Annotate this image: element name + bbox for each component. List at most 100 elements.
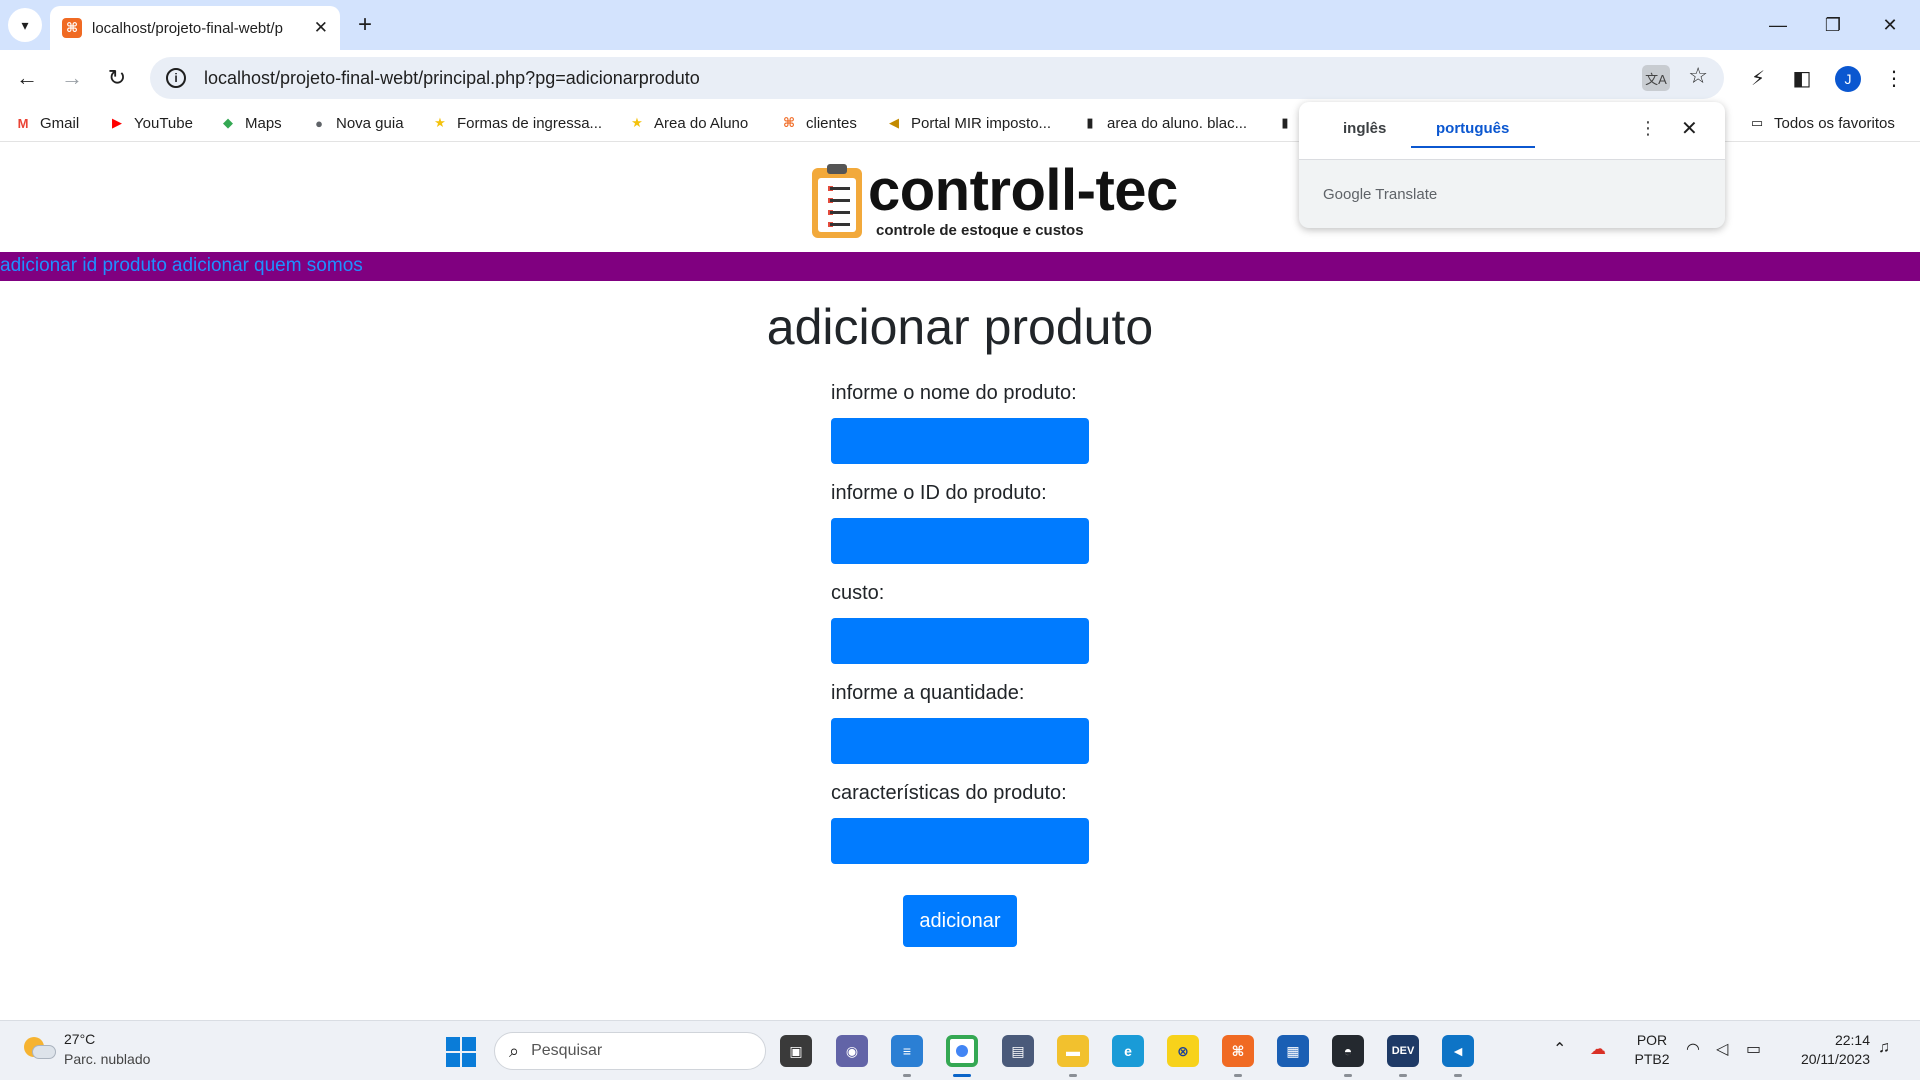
bookmark-clientes[interactable]: ⌘ clientes: [780, 114, 857, 132]
translate-options-kebab-icon[interactable]: ⋮: [1639, 118, 1657, 139]
star-bookmark-icon: ★: [434, 115, 446, 130]
file-explorer-icon[interactable]: ▬: [1057, 1035, 1089, 1067]
weather-temperature[interactable]: 27°C: [64, 1031, 95, 1047]
bookmark-label: area do aluno. blac...: [1107, 114, 1248, 132]
tab-search-chevron-icon[interactable]: ▾: [8, 8, 42, 42]
notepad-icon[interactable]: ≡: [891, 1035, 923, 1067]
windows-start-icon[interactable]: [446, 1037, 476, 1067]
quantity-label: informe a quantidade:: [831, 682, 1025, 704]
tab-close-icon[interactable]: ✕: [314, 18, 328, 38]
clock-date: 20/11/2023: [1800, 1051, 1870, 1067]
site-logo: controll-tec controle de estoque e custo…: [812, 162, 1178, 242]
product-features-label: características do produto:: [831, 782, 1067, 804]
forward-arrow-icon[interactable]: →: [54, 60, 90, 96]
new-tab-plus-icon[interactable]: +: [348, 8, 382, 42]
product-id-input[interactable]: [831, 518, 1089, 564]
github-desktop-icon[interactable]: ◓: [1332, 1035, 1364, 1067]
product-features-input[interactable]: [831, 818, 1089, 864]
bookmark-area-do-aluno[interactable]: ★ Area do Aluno: [628, 114, 748, 132]
address-url[interactable]: localhost/projeto-final-webt/principal.p…: [204, 68, 700, 89]
bookmark-youtube[interactable]: ▶ YouTube: [108, 114, 193, 132]
translate-target-language-tab[interactable]: português: [1436, 120, 1509, 137]
nav-link-adicionar-id-produto[interactable]: adicionar id produto: [0, 255, 167, 276]
translate-source-language-tab[interactable]: inglês: [1343, 120, 1386, 137]
onedrive-error-icon[interactable]: ☁: [1590, 1039, 1606, 1059]
translate-icon[interactable]: 文A: [1642, 65, 1670, 91]
bookmark-star-icon[interactable]: ☆: [1688, 63, 1708, 89]
running-indicator: [1399, 1074, 1407, 1077]
globe-icon: ●: [315, 115, 323, 131]
xampp-icon: ⌘: [782, 115, 796, 130]
nav-link-adicionar[interactable]: adicionar: [172, 255, 249, 276]
menu-kebab-icon[interactable]: ⋮: [1879, 63, 1909, 93]
page-title: adicionar produto: [766, 299, 1154, 355]
logo-title: controll-tec: [868, 158, 1178, 223]
address-bar[interactable]: i localhost/projeto-final-webt/principal…: [150, 57, 1724, 99]
taskbar-search-box[interactable]: ⌕ Pesquisar: [494, 1032, 766, 1070]
vscode-icon[interactable]: ◄: [1442, 1035, 1474, 1067]
cost-input[interactable]: [831, 618, 1089, 664]
xampp-favicon-icon: ⌘: [62, 18, 82, 38]
clock-time: 22:14: [1834, 1032, 1870, 1048]
weather-description[interactable]: Parc. nublado: [64, 1051, 150, 1067]
teams-chat-icon[interactable]: ◉: [836, 1035, 868, 1067]
system-clock[interactable]: 22:14 20/11/2023: [1780, 1031, 1870, 1069]
browser-toolbar: ← → ↻ i localhost/projeto-final-webt/pri…: [0, 50, 1920, 108]
performance-icon[interactable]: ⚡: [1743, 63, 1773, 93]
cost-label: custo:: [831, 582, 885, 604]
app-window-icon[interactable]: ▤: [1002, 1035, 1034, 1067]
battery-icon[interactable]: ▭: [1746, 1039, 1761, 1059]
nav-link-quem-somos[interactable]: quem somos: [254, 255, 363, 276]
translate-popup: inglês português ⋮ ✕ Google Translate: [1299, 102, 1725, 228]
site-info-icon[interactable]: i: [166, 68, 186, 88]
dev-cpp-icon[interactable]: DEV: [1387, 1035, 1419, 1067]
bookmark-portal-mir[interactable]: ◀ Portal MIR imposto...: [885, 114, 1051, 132]
product-id-label: informe o ID do produto:: [831, 482, 1047, 504]
bookmark-gmail[interactable]: M Gmail: [14, 114, 80, 132]
wifi-icon[interactable]: ◠: [1686, 1039, 1700, 1059]
chart-bookmark-icon: ▮: [1281, 115, 1289, 130]
xampp-icon[interactable]: ⌘: [1222, 1035, 1254, 1067]
bookmark-label: Maps: [245, 114, 282, 132]
microsoft-store-icon[interactable]: ▦: [1277, 1035, 1309, 1067]
minimize-icon[interactable]: —: [1758, 10, 1798, 40]
browser-tab-strip: ▾ ⌘ localhost/projeto-final-webt/p ✕ + —…: [0, 0, 1920, 50]
back-arrow-icon[interactable]: ←: [9, 60, 45, 96]
bookmark-nova-guia[interactable]: ● Nova guia: [310, 114, 404, 132]
input-language-indicator[interactable]: POR PTB2: [1632, 1031, 1672, 1069]
running-indicator-active: [953, 1074, 971, 1077]
add-product-submit-button[interactable]: adicionar: [903, 895, 1017, 947]
running-indicator: [903, 1074, 911, 1077]
task-view-icon[interactable]: ▣: [780, 1035, 812, 1067]
bookmark-area-do-aluno-blac[interactable]: ▮ area do aluno. blac...: [1081, 114, 1247, 132]
maps-icon: ◆: [223, 115, 233, 130]
quantity-input[interactable]: [831, 718, 1089, 764]
gmail-icon: M: [17, 115, 29, 131]
product-name-label: informe o nome do produto:: [831, 382, 1077, 404]
bookmark-todos-os-favoritos[interactable]: ▭ Todos os favoritos: [1748, 114, 1895, 132]
restore-icon[interactable]: ❐: [1813, 10, 1853, 40]
bookmark-formas-de-ingressa[interactable]: ★ Formas de ingressa...: [431, 114, 602, 132]
taskbar-search-placeholder: Pesquisar: [531, 1042, 603, 1059]
product-name-input[interactable]: [831, 418, 1089, 464]
brazil-app-icon[interactable]: ⊗: [1167, 1035, 1199, 1067]
running-indicator: [1234, 1074, 1242, 1077]
notifications-bell-icon[interactable]: ♫: [1878, 1039, 1890, 1057]
bookmark-label: Area do Aluno: [654, 114, 749, 132]
profile-avatar[interactable]: J: [1835, 66, 1861, 92]
weather-partly-cloudy-icon[interactable]: [24, 1035, 56, 1063]
volume-icon[interactable]: ◁: [1716, 1039, 1728, 1059]
chrome-icon[interactable]: [946, 1035, 978, 1067]
bookmark-label: Nova guia: [336, 114, 404, 132]
tab-title: localhost/projeto-final-webt/p: [92, 19, 283, 37]
bookmark-maps[interactable]: ◆ Maps: [219, 114, 282, 132]
close-window-icon[interactable]: ✕: [1870, 10, 1910, 40]
browser-tab-active[interactable]: ⌘ localhost/projeto-final-webt/p ✕: [50, 6, 340, 50]
clipboard-logo-icon: [812, 164, 862, 238]
translate-close-icon[interactable]: ✕: [1681, 116, 1698, 141]
show-hidden-icons-chevron-icon[interactable]: ⌃: [1553, 1039, 1566, 1059]
bookmark-label: clientes: [806, 114, 857, 132]
edge-icon[interactable]: e: [1112, 1035, 1144, 1067]
reload-icon[interactable]: ↻: [99, 60, 135, 96]
side-panel-icon[interactable]: ◧: [1787, 63, 1817, 93]
